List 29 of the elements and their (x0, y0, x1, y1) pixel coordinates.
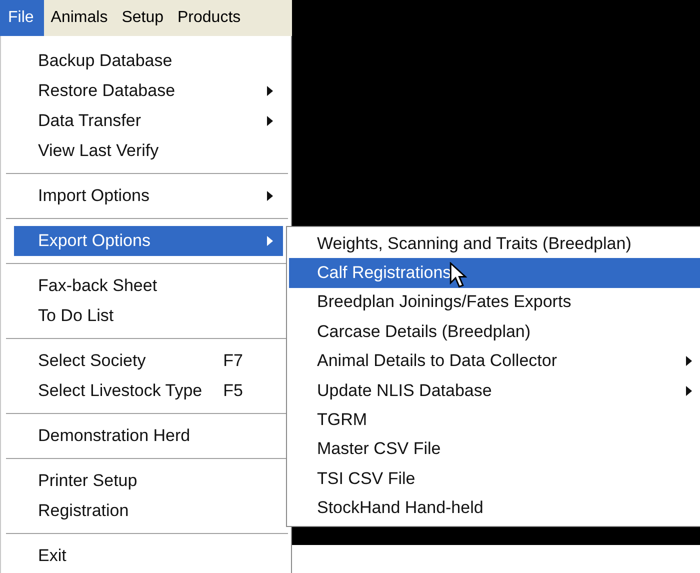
menu-bar-item[interactable]: Products (170, 0, 248, 36)
menu-item[interactable]: Fax-back Sheet (14, 271, 283, 301)
menu-item[interactable]: Backup Database (14, 46, 283, 76)
menu-bar-item[interactable]: Setup (114, 0, 170, 36)
menu-item[interactable]: Restore Database (14, 76, 283, 106)
menu-item[interactable]: Data Transfer (14, 106, 283, 136)
mouse-pointer-icon (449, 262, 467, 289)
menu-item[interactable]: Exit (14, 541, 283, 571)
menu-item[interactable]: Import Options (14, 181, 283, 211)
menu-item[interactable]: Demonstration Herd (14, 421, 283, 451)
menu-item[interactable]: TGRM (289, 405, 700, 435)
menu-item[interactable]: Animal Details to Data Collector (289, 346, 700, 376)
menu-item[interactable]: Weights, Scanning and Traits (Breedplan) (289, 229, 700, 258)
menu-item[interactable]: To Do List (14, 301, 283, 331)
menu-item[interactable]: Select Livestock Type F5 (14, 376, 283, 406)
menu-bar-item[interactable]: File (0, 0, 44, 36)
menu-item[interactable]: View Last Verify (14, 136, 283, 166)
menu-item[interactable]: Export Options (14, 226, 283, 256)
menu-bar-item[interactable]: Animals (44, 0, 115, 36)
menu-item[interactable]: Printer Setup (14, 466, 283, 496)
menu-item[interactable]: StockHand Hand-held (289, 494, 700, 523)
menu-item[interactable]: Calf Registrations (289, 258, 700, 288)
menu-item[interactable]: Select Society F7 (14, 346, 283, 376)
menu-item[interactable]: TSI CSV File (289, 464, 700, 494)
menu-item[interactable]: Master CSV File (289, 434, 700, 464)
menu-item[interactable]: Update NLIS Database (289, 376, 700, 406)
menu-item[interactable]: Carcase Details (Breedplan) (289, 317, 700, 347)
menu-item[interactable]: Breedplan Joinings/Fates Exports (289, 288, 700, 318)
menu-item[interactable]: Registration (14, 496, 283, 526)
